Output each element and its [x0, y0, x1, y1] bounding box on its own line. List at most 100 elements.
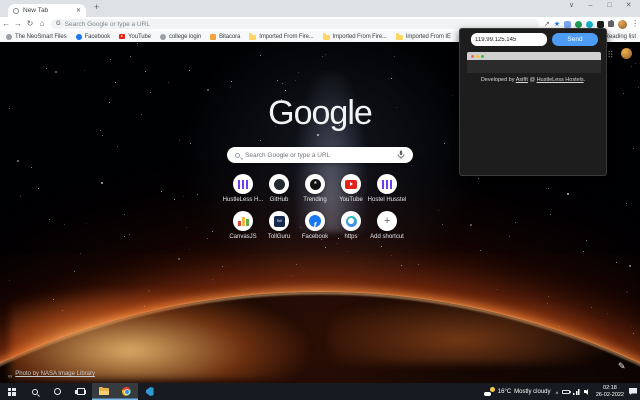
- taskbar-search-button[interactable]: [23, 383, 46, 400]
- share-icon[interactable]: [544, 21, 550, 28]
- profile-avatar[interactable]: [618, 20, 627, 29]
- bookmark-item[interactable]: college login: [160, 34, 201, 40]
- search-input[interactable]: [245, 152, 392, 159]
- bookmark-item[interactable]: The NeoSmart Files: [6, 34, 67, 40]
- tab-strip: New Tab: [0, 0, 640, 17]
- action-center-icon[interactable]: [629, 388, 637, 395]
- shortcut-github[interactable]: GitHub: [261, 174, 297, 203]
- company-link[interactable]: HustleLess Hostels: [537, 77, 584, 83]
- developer-credit: Developed by AsifIt @ HustleLess Hostels…: [460, 77, 606, 83]
- bookmark-item[interactable]: Facebook: [76, 34, 111, 40]
- taskbar-clock[interactable]: 02:18 26-02-2022: [596, 385, 624, 398]
- ip-input[interactable]: [471, 33, 547, 46]
- globe-icon: [160, 34, 166, 40]
- shortcut-add[interactable]: Add shortcut: [369, 211, 405, 240]
- shortcut-hostel[interactable]: Hostel Husstel: [369, 174, 405, 203]
- github-icon: [274, 179, 285, 190]
- hidden-icons-chevron-icon[interactable]: [556, 384, 559, 400]
- vscode-icon: [146, 387, 154, 396]
- maximize-button[interactable]: [600, 0, 619, 12]
- menu-dots-icon[interactable]: [631, 20, 639, 28]
- shortcut-facebook[interactable]: Facebook: [297, 211, 333, 240]
- shortcut-tollguru[interactable]: TollTollGuru: [261, 211, 297, 240]
- photo-attribution[interactable]: Photo by NASA Image Library: [8, 366, 95, 382]
- tab-search-icon[interactable]: [562, 0, 581, 12]
- horizon-glare-right: [330, 294, 620, 364]
- new-tab-button[interactable]: [94, 3, 99, 12]
- shortcut-circle: [269, 174, 289, 194]
- extensions-puzzle-icon[interactable]: [608, 21, 614, 27]
- cortana-icon: [54, 388, 61, 395]
- back-icon[interactable]: [0, 20, 12, 28]
- shortcut-https[interactable]: https: [333, 211, 369, 240]
- vscode-button[interactable]: [138, 383, 161, 400]
- ring-icon: [346, 216, 357, 227]
- shortcut-circle: [305, 174, 325, 194]
- tab-close-icon[interactable]: [76, 8, 81, 14]
- shortcut-circle: [377, 174, 397, 194]
- home-icon[interactable]: [36, 20, 48, 28]
- network-signal-icon[interactable]: [573, 389, 580, 395]
- purple-bars-icon: [382, 180, 392, 189]
- file-explorer-button[interactable]: [92, 383, 115, 400]
- chrome-button[interactable]: [115, 383, 138, 400]
- shortcut-youtube[interactable]: YouTube: [333, 174, 369, 203]
- volume-icon[interactable]: [584, 389, 591, 395]
- folder-icon: [99, 388, 109, 395]
- screenshot-body: [467, 60, 601, 73]
- extension-icon-2[interactable]: [575, 21, 582, 28]
- developer-link[interactable]: AsifIt: [516, 77, 528, 83]
- youtube-icon: [119, 34, 125, 39]
- bookmark-item[interactable]: Imported From Fire...: [249, 34, 313, 40]
- mac-zoom-icon: [481, 55, 484, 58]
- ip-extension-icon[interactable]: [597, 21, 604, 28]
- youtube-play-icon: [345, 180, 357, 189]
- extension-icon-1[interactable]: [564, 21, 571, 28]
- toll-icon: Toll: [274, 216, 285, 227]
- send-button[interactable]: Send: [552, 33, 598, 46]
- shortcut-circle: [305, 211, 325, 231]
- mac-minimize-icon: [476, 55, 479, 58]
- bookmark-star-icon[interactable]: [554, 21, 560, 28]
- forward-icon[interactable]: [12, 20, 24, 28]
- mic-icon[interactable]: [397, 150, 405, 160]
- bookmark-item[interactable]: YouTube: [119, 34, 151, 40]
- weather-cloud-sun-icon: [484, 387, 495, 396]
- start-button[interactable]: [0, 383, 23, 400]
- shortcut-hustleless[interactable]: HustleLess H...: [225, 174, 261, 203]
- trending-icon: [310, 179, 321, 190]
- globe-icon: [6, 34, 12, 40]
- shortcut-circle: [341, 211, 361, 231]
- minimize-button[interactable]: [581, 0, 600, 12]
- purple-bars-icon: [238, 180, 248, 189]
- windows-logo-icon: [8, 388, 16, 396]
- battery-icon[interactable]: [562, 390, 570, 394]
- bookmark-item[interactable]: Imported From IE: [396, 34, 451, 40]
- tab-new-tab[interactable]: New Tab: [8, 4, 86, 17]
- shortcut-trending[interactable]: Trending: [297, 174, 333, 203]
- weather-widget[interactable]: 16°C Mostly cloudy: [484, 387, 551, 396]
- extension-icon-3[interactable]: [586, 21, 593, 28]
- cortana-button[interactable]: [46, 383, 69, 400]
- shortcut-circle: Toll: [269, 211, 289, 231]
- clock-date: 26-02-2022: [596, 392, 624, 399]
- bookmark-item[interactable]: Bitacora: [210, 34, 240, 40]
- address-input[interactable]: [65, 21, 534, 28]
- extension-popup: Send Developed by AsifIt @ HustleLess Ho…: [459, 28, 607, 176]
- folder-icon: [249, 35, 256, 40]
- link-icon: [8, 366, 12, 382]
- shortcut-canvasjs[interactable]: CanvasJS: [225, 211, 261, 240]
- newtab-favicon-icon: [13, 8, 19, 14]
- google-g-icon: G: [56, 21, 61, 27]
- chrome-icon: [122, 387, 131, 396]
- reload-icon[interactable]: [24, 20, 36, 28]
- bookmark-item[interactable]: Imported From Fire...: [323, 34, 387, 40]
- google-search-box[interactable]: [227, 147, 413, 163]
- google-account-avatar[interactable]: [621, 48, 632, 59]
- close-button[interactable]: [619, 0, 638, 12]
- site-icon: [210, 34, 216, 40]
- task-view-button[interactable]: [69, 383, 92, 400]
- shortcut-circle: [233, 174, 253, 194]
- customize-pencil-icon[interactable]: [618, 362, 626, 371]
- mac-titlebar: [467, 52, 601, 60]
